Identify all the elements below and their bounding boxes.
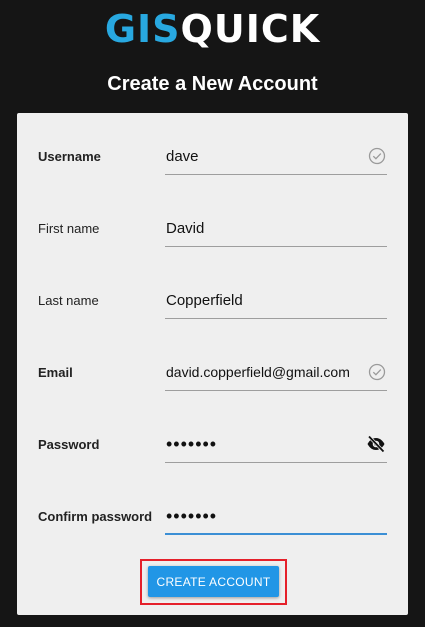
password-label: Password <box>38 437 100 452</box>
check-circle-icon <box>368 147 386 165</box>
first-name-field-wrapper <box>165 211 387 247</box>
username-field-wrapper <box>165 139 387 175</box>
password-input[interactable] <box>165 427 363 461</box>
last-name-field-wrapper <box>165 283 387 319</box>
page-title: Create a New Account <box>107 73 318 95</box>
confirm-password-row: Confirm password <box>17 499 408 535</box>
logo-part-gis: GIS <box>104 7 181 51</box>
first-name-input[interactable] <box>165 211 387 245</box>
first-name-label: First name <box>38 221 100 236</box>
confirm-password-input[interactable] <box>165 499 387 533</box>
logo-part-quick: QUICK <box>180 7 321 51</box>
email-field-wrapper <box>165 355 387 391</box>
username-label: Username <box>38 149 101 164</box>
password-field-wrapper <box>165 427 387 463</box>
email-row: Email <box>17 355 408 391</box>
username-input[interactable] <box>165 139 363 173</box>
last-name-row: Last name <box>17 283 408 319</box>
email-input[interactable] <box>165 355 363 389</box>
signup-form-card: Username First name Last name <box>17 113 408 615</box>
email-label: Email <box>38 365 73 380</box>
check-circle-icon <box>368 363 386 381</box>
last-name-label: Last name <box>38 293 99 308</box>
last-name-input[interactable] <box>165 283 387 317</box>
eye-off-icon[interactable] <box>366 434 386 454</box>
first-name-row: First name <box>17 211 408 247</box>
username-row: Username <box>17 139 408 175</box>
password-row: Password <box>17 427 408 463</box>
create-account-button[interactable]: CREATE ACCOUNT <box>148 566 279 597</box>
signup-page: GISQUICK Create a New Account Username F… <box>0 0 425 627</box>
confirm-password-label: Confirm password <box>38 509 153 524</box>
gisquick-logo: GISQUICK <box>0 9 425 49</box>
confirm-password-field-wrapper <box>165 499 387 535</box>
